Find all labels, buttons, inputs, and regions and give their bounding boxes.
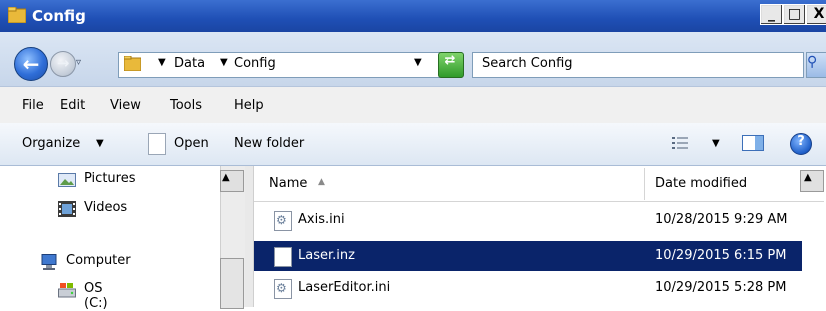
organize-dropdown-icon[interactable]: ▼ <box>96 138 104 149</box>
menu-help-label: Help <box>234 98 264 113</box>
menu-tools-label: Tools <box>170 98 203 113</box>
menu-view-label: View <box>110 98 141 113</box>
videos-icon <box>58 201 76 217</box>
nav-item-label: Videos <box>84 200 128 215</box>
maximize-icon: □ <box>787 6 802 22</box>
views-icon[interactable] <box>672 136 688 150</box>
file-name: LaserEditor.ini <box>298 280 391 295</box>
nav-item-label: Computer <box>66 253 131 268</box>
file-date-modified: 10/28/2015 9:29 AM <box>655 212 788 227</box>
maximize-button[interactable]: □ <box>783 4 806 25</box>
close-icon: X <box>813 6 825 22</box>
menu-edit[interactable]: Edit <box>60 98 85 113</box>
forward-button[interactable]: → <box>50 51 76 77</box>
title-bar <box>0 0 826 32</box>
command-bar <box>0 123 826 166</box>
refresh-icon: ⇄ <box>444 53 456 68</box>
file-date-modified: 10/29/2015 6:15 PM <box>655 248 787 263</box>
recent-pages-dropdown-icon[interactable]: ▿ <box>76 57 81 68</box>
address-dropdown-icon[interactable]: ▼ <box>414 57 422 68</box>
drive-icon <box>58 283 76 298</box>
config-file-icon <box>274 279 292 299</box>
nav-item-label: Pictures <box>84 171 136 186</box>
scroll-up-icon: ▲ <box>804 172 812 183</box>
column-divider[interactable] <box>644 168 645 200</box>
file-icon <box>274 247 292 267</box>
file-row[interactable]: LaserEditor.ini 10/29/2015 5:28 PM <box>254 273 802 303</box>
breadcrumb-arrow-icon[interactable]: ▼ <box>220 57 228 68</box>
menu-help[interactable]: Help <box>234 98 264 113</box>
organize-button[interactable]: Organize <box>22 136 80 151</box>
preview-pane-icon[interactable] <box>742 135 764 151</box>
forward-arrow-icon: → <box>56 54 70 72</box>
minimize-button[interactable]: _ <box>760 4 783 25</box>
navigation-pane <box>0 166 245 307</box>
config-file-icon <box>274 211 292 231</box>
folder-icon <box>8 7 26 23</box>
breadcrumb-config[interactable]: Config <box>234 56 276 71</box>
new-folder-button[interactable]: New folder <box>234 136 304 151</box>
views-dropdown-icon[interactable]: ▼ <box>712 138 720 149</box>
back-arrow-icon: ← <box>22 52 40 76</box>
document-icon <box>148 133 166 155</box>
help-icon: ? <box>797 134 805 149</box>
nav-scroll-thumb[interactable] <box>220 258 244 309</box>
breadcrumb-arrow-icon[interactable]: ▼ <box>158 57 166 68</box>
folder-icon <box>124 56 141 71</box>
menu-file[interactable]: File <box>22 98 44 113</box>
computer-icon <box>41 254 57 270</box>
sort-ascending-icon: ▲ <box>318 177 325 187</box>
column-header-name[interactable]: Name <box>269 176 307 191</box>
back-button[interactable]: ← <box>14 47 48 81</box>
pane-splitter[interactable] <box>245 166 254 307</box>
search-placeholder: Search Config <box>482 56 573 71</box>
scroll-up-icon: ▲ <box>222 172 230 183</box>
close-button[interactable]: X <box>806 4 826 25</box>
minimize-icon: _ <box>768 6 775 22</box>
pictures-icon <box>58 173 76 187</box>
column-header-date-modified[interactable]: Date modified <box>655 176 747 191</box>
menu-view[interactable]: View <box>110 98 141 113</box>
menu-file-label: File <box>22 98 44 113</box>
menu-edit-label: Edit <box>60 98 86 113</box>
breadcrumb-data[interactable]: Data <box>174 56 205 71</box>
address-bar[interactable] <box>118 52 462 78</box>
file-date-modified: 10/29/2015 5:28 PM <box>655 280 787 295</box>
window-title: Config <box>32 7 86 25</box>
open-button[interactable]: Open <box>174 136 209 151</box>
menu-tools[interactable]: Tools <box>170 98 202 113</box>
file-name: Laser.inz <box>298 248 355 263</box>
search-icon: ⚲ <box>807 54 818 70</box>
file-row[interactable]: Axis.ini 10/28/2015 9:29 AM <box>254 205 802 235</box>
file-name: Axis.ini <box>298 212 345 227</box>
file-row-selected[interactable]: Laser.inz 10/29/2015 6:15 PM <box>254 241 802 271</box>
